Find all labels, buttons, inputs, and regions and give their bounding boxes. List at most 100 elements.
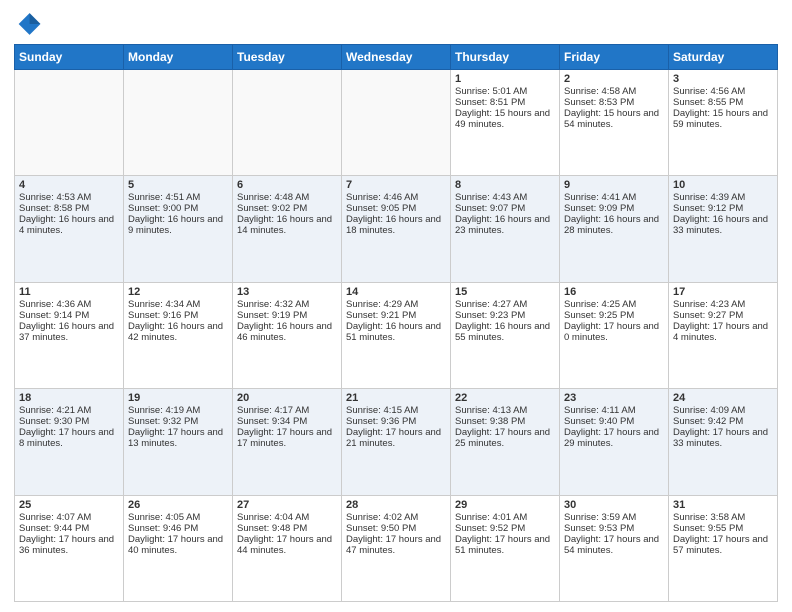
daylight-text: Daylight: 16 hours and 4 minutes. xyxy=(19,214,114,236)
daylight-text: Daylight: 15 hours and 49 minutes. xyxy=(455,108,550,130)
calendar-cell: 8Sunrise: 4:43 AMSunset: 9:07 PMDaylight… xyxy=(451,176,560,282)
daylight-text: Daylight: 17 hours and 44 minutes. xyxy=(237,534,332,556)
sunset-text: Sunset: 9:46 PM xyxy=(128,523,198,534)
calendar-cell: 9Sunrise: 4:41 AMSunset: 9:09 PMDaylight… xyxy=(560,176,669,282)
sunset-text: Sunset: 9:42 PM xyxy=(673,416,743,427)
day-number: 24 xyxy=(673,392,773,404)
sunrise-text: Sunrise: 4:53 AM xyxy=(19,192,91,203)
sunset-text: Sunset: 9:16 PM xyxy=(128,310,198,321)
sunrise-text: Sunrise: 4:19 AM xyxy=(128,405,200,416)
sunrise-text: Sunrise: 4:13 AM xyxy=(455,405,527,416)
calendar-cell: 27Sunrise: 4:04 AMSunset: 9:48 PMDayligh… xyxy=(233,495,342,601)
calendar-cell: 18Sunrise: 4:21 AMSunset: 9:30 PMDayligh… xyxy=(15,389,124,495)
calendar-cell: 24Sunrise: 4:09 AMSunset: 9:42 PMDayligh… xyxy=(669,389,778,495)
calendar-cell: 5Sunrise: 4:51 AMSunset: 9:00 PMDaylight… xyxy=(124,176,233,282)
sunrise-text: Sunrise: 4:02 AM xyxy=(346,512,418,523)
day-number: 22 xyxy=(455,392,555,404)
day-number: 27 xyxy=(237,499,337,511)
sunset-text: Sunset: 9:25 PM xyxy=(564,310,634,321)
day-number: 26 xyxy=(128,499,228,511)
calendar-cell: 11Sunrise: 4:36 AMSunset: 9:14 PMDayligh… xyxy=(15,282,124,388)
sunrise-text: Sunrise: 4:17 AM xyxy=(237,405,309,416)
day-number: 10 xyxy=(673,179,773,191)
sunset-text: Sunset: 9:34 PM xyxy=(237,416,307,427)
day-number: 21 xyxy=(346,392,446,404)
daylight-text: Daylight: 15 hours and 54 minutes. xyxy=(564,108,659,130)
sunrise-text: Sunrise: 4:43 AM xyxy=(455,192,527,203)
sunrise-text: Sunrise: 4:58 AM xyxy=(564,86,636,97)
daylight-text: Daylight: 16 hours and 23 minutes. xyxy=(455,214,550,236)
day-number: 6 xyxy=(237,179,337,191)
daylight-text: Daylight: 16 hours and 9 minutes. xyxy=(128,214,223,236)
calendar-cell: 14Sunrise: 4:29 AMSunset: 9:21 PMDayligh… xyxy=(342,282,451,388)
calendar-cell: 13Sunrise: 4:32 AMSunset: 9:19 PMDayligh… xyxy=(233,282,342,388)
calendar-cell: 2Sunrise: 4:58 AMSunset: 8:53 PMDaylight… xyxy=(560,70,669,176)
calendar-cell xyxy=(15,70,124,176)
sunrise-text: Sunrise: 3:58 AM xyxy=(673,512,745,523)
calendar-cell: 4Sunrise: 4:53 AMSunset: 8:58 PMDaylight… xyxy=(15,176,124,282)
daylight-text: Daylight: 16 hours and 46 minutes. xyxy=(237,321,332,343)
day-number: 14 xyxy=(346,286,446,298)
calendar-cell: 12Sunrise: 4:34 AMSunset: 9:16 PMDayligh… xyxy=(124,282,233,388)
day-number: 19 xyxy=(128,392,228,404)
calendar-header-monday: Monday xyxy=(124,45,233,70)
daylight-text: Daylight: 17 hours and 54 minutes. xyxy=(564,534,659,556)
calendar-cell: 10Sunrise: 4:39 AMSunset: 9:12 PMDayligh… xyxy=(669,176,778,282)
day-number: 30 xyxy=(564,499,664,511)
day-number: 3 xyxy=(673,73,773,85)
daylight-text: Daylight: 17 hours and 13 minutes. xyxy=(128,427,223,449)
calendar-cell: 28Sunrise: 4:02 AMSunset: 9:50 PMDayligh… xyxy=(342,495,451,601)
daylight-text: Daylight: 17 hours and 51 minutes. xyxy=(455,534,550,556)
calendar-week-row: 11Sunrise: 4:36 AMSunset: 9:14 PMDayligh… xyxy=(15,282,778,388)
sunset-text: Sunset: 9:52 PM xyxy=(455,523,525,534)
daylight-text: Daylight: 17 hours and 25 minutes. xyxy=(455,427,550,449)
day-number: 4 xyxy=(19,179,119,191)
logo-icon xyxy=(14,10,42,38)
calendar-header-row: SundayMondayTuesdayWednesdayThursdayFrid… xyxy=(15,45,778,70)
sunset-text: Sunset: 9:21 PM xyxy=(346,310,416,321)
day-number: 16 xyxy=(564,286,664,298)
sunrise-text: Sunrise: 4:36 AM xyxy=(19,299,91,310)
daylight-text: Daylight: 16 hours and 55 minutes. xyxy=(455,321,550,343)
sunset-text: Sunset: 9:30 PM xyxy=(19,416,89,427)
sunrise-text: Sunrise: 4:04 AM xyxy=(237,512,309,523)
day-number: 7 xyxy=(346,179,446,191)
header xyxy=(14,10,778,38)
sunset-text: Sunset: 9:12 PM xyxy=(673,203,743,214)
sunset-text: Sunset: 9:27 PM xyxy=(673,310,743,321)
calendar-header-saturday: Saturday xyxy=(669,45,778,70)
calendar-cell xyxy=(124,70,233,176)
sunrise-text: Sunrise: 4:15 AM xyxy=(346,405,418,416)
sunset-text: Sunset: 9:23 PM xyxy=(455,310,525,321)
calendar-cell: 1Sunrise: 5:01 AMSunset: 8:51 PMDaylight… xyxy=(451,70,560,176)
daylight-text: Daylight: 17 hours and 0 minutes. xyxy=(564,321,659,343)
calendar: SundayMondayTuesdayWednesdayThursdayFrid… xyxy=(14,44,778,602)
calendar-cell: 17Sunrise: 4:23 AMSunset: 9:27 PMDayligh… xyxy=(669,282,778,388)
daylight-text: Daylight: 17 hours and 33 minutes. xyxy=(673,427,768,449)
sunset-text: Sunset: 9:32 PM xyxy=(128,416,198,427)
sunset-text: Sunset: 9:55 PM xyxy=(673,523,743,534)
daylight-text: Daylight: 17 hours and 21 minutes. xyxy=(346,427,441,449)
day-number: 28 xyxy=(346,499,446,511)
day-number: 18 xyxy=(19,392,119,404)
daylight-text: Daylight: 17 hours and 57 minutes. xyxy=(673,534,768,556)
calendar-cell xyxy=(342,70,451,176)
sunset-text: Sunset: 9:05 PM xyxy=(346,203,416,214)
sunrise-text: Sunrise: 4:09 AM xyxy=(673,405,745,416)
daylight-text: Daylight: 16 hours and 33 minutes. xyxy=(673,214,768,236)
calendar-cell: 26Sunrise: 4:05 AMSunset: 9:46 PMDayligh… xyxy=(124,495,233,601)
daylight-text: Daylight: 17 hours and 40 minutes. xyxy=(128,534,223,556)
sunrise-text: Sunrise: 4:25 AM xyxy=(564,299,636,310)
calendar-week-row: 1Sunrise: 5:01 AMSunset: 8:51 PMDaylight… xyxy=(15,70,778,176)
sunset-text: Sunset: 9:48 PM xyxy=(237,523,307,534)
sunset-text: Sunset: 8:58 PM xyxy=(19,203,89,214)
day-number: 31 xyxy=(673,499,773,511)
daylight-text: Daylight: 17 hours and 29 minutes. xyxy=(564,427,659,449)
sunset-text: Sunset: 9:36 PM xyxy=(346,416,416,427)
day-number: 25 xyxy=(19,499,119,511)
daylight-text: Daylight: 17 hours and 17 minutes. xyxy=(237,427,332,449)
calendar-header-sunday: Sunday xyxy=(15,45,124,70)
sunset-text: Sunset: 9:07 PM xyxy=(455,203,525,214)
calendar-header-friday: Friday xyxy=(560,45,669,70)
daylight-text: Daylight: 17 hours and 4 minutes. xyxy=(673,321,768,343)
